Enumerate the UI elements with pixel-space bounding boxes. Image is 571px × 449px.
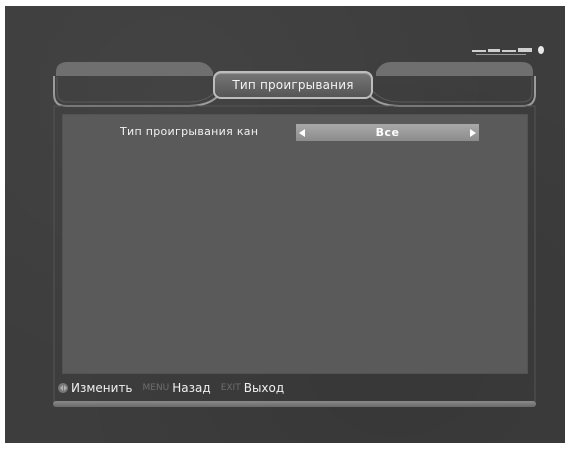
- menu-title: Тип проигрывания: [232, 78, 354, 92]
- footer-hint-bar: Изменить MENU Назад EXIT Выход: [58, 376, 530, 400]
- hint-exit-label: Выход: [243, 381, 285, 395]
- menu-bottom-strip: [53, 401, 536, 407]
- exit-key-label: EXIT: [220, 383, 241, 393]
- hint-back: MENU Назад: [143, 381, 211, 395]
- menu-key-label: MENU: [142, 383, 170, 393]
- hint-back-label: Назад: [172, 381, 211, 395]
- setting-row-playback-type[interactable]: Тип проигрывания кан Все: [62, 124, 528, 142]
- hint-change: Изменить: [58, 381, 133, 395]
- menu-window: Тип проигрывания Тип проигрывания кан Вс…: [48, 50, 541, 413]
- left-right-arrows-icon: [58, 383, 68, 393]
- hint-change-label: Изменить: [71, 381, 133, 395]
- hint-exit: EXIT Выход: [221, 381, 284, 395]
- selector-value: Все: [375, 126, 400, 139]
- arrow-left-icon[interactable]: [299, 128, 305, 137]
- playback-type-selector[interactable]: Все: [296, 124, 479, 141]
- menu-title-tab: Тип проигрывания: [213, 71, 373, 99]
- arrow-right-icon[interactable]: [470, 128, 476, 137]
- setting-label: Тип проигрывания кан: [120, 125, 259, 138]
- tv-screen: Тип проигрывания Тип проигрывания кан Вс…: [5, 6, 565, 443]
- content-panel: Тип проигрывания кан Все: [62, 114, 528, 374]
